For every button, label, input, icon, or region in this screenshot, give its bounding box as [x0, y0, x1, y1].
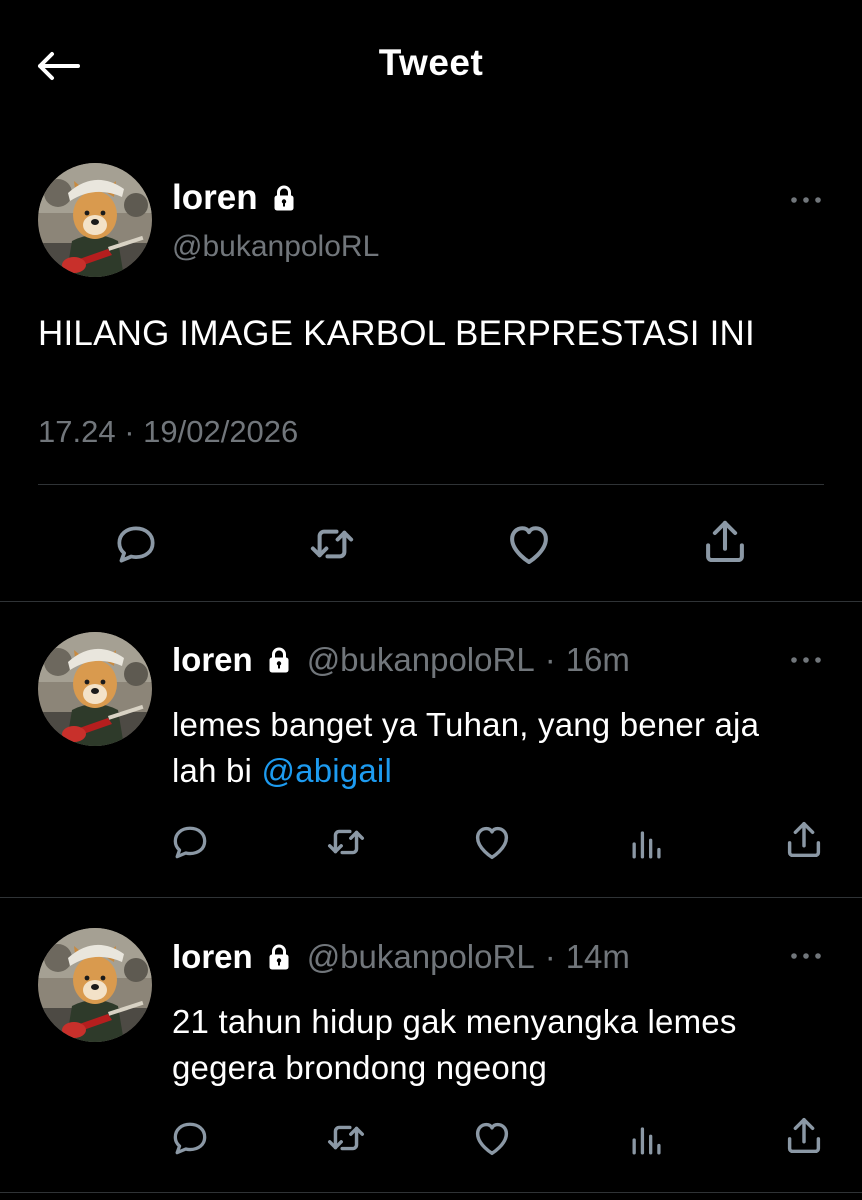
author-handle[interactable]: @bukanpoloRL — [307, 938, 535, 976]
reply-time[interactable]: 16m — [566, 641, 630, 679]
more-icon — [788, 194, 824, 206]
divider — [38, 484, 824, 485]
views-icon — [625, 822, 669, 866]
reply-button[interactable] — [162, 1110, 218, 1166]
author-name[interactable]: loren — [172, 178, 296, 218]
tweet-timestamp[interactable]: 17.24 · 19/02/2026 — [38, 414, 298, 450]
retweet-button[interactable] — [318, 1110, 374, 1166]
retweet-icon — [305, 517, 359, 571]
reply-header: loren @bukanpoloRL · 14m — [172, 938, 630, 976]
reply-text-line: gegera brondong ngeong — [172, 1049, 548, 1086]
like-icon — [469, 1115, 515, 1161]
like-button[interactable] — [464, 814, 520, 870]
reply-icon — [168, 820, 212, 864]
views-button[interactable] — [619, 1112, 675, 1168]
like-button[interactable] — [501, 516, 557, 572]
author-handle[interactable]: @bukanpoloRL — [172, 230, 379, 264]
retweet-button[interactable] — [304, 516, 360, 572]
separator-dot: · — [544, 641, 556, 678]
separator-dot: · — [544, 938, 556, 975]
reply-text: lemes banget ya Tuhan, yang bener aja la… — [172, 702, 832, 794]
lock-icon — [267, 942, 291, 972]
retweet-button[interactable] — [318, 814, 374, 870]
avatar[interactable] — [38, 632, 152, 746]
reply-text-line: lah bi @abigail — [172, 752, 392, 789]
author-name-text: loren — [172, 178, 258, 217]
like-button[interactable] — [464, 1110, 520, 1166]
views-icon — [625, 1118, 669, 1162]
divider — [0, 1192, 862, 1193]
tweet-text: HILANG IMAGE KARBOL BERPRESTASI INI — [38, 314, 755, 353]
more-icon — [788, 950, 824, 962]
reply-icon — [168, 1116, 212, 1160]
avatar[interactable] — [38, 928, 152, 1042]
like-icon — [502, 517, 556, 571]
share-button[interactable] — [776, 1108, 832, 1164]
avatar[interactable] — [38, 163, 152, 277]
retweet-icon — [323, 1115, 369, 1161]
lock-icon — [267, 645, 291, 675]
reply-text-line: lemes banget ya Tuhan, yang bener aja — [172, 706, 760, 743]
reply-time[interactable]: 14m — [566, 938, 630, 976]
author-handle[interactable]: @bukanpoloRL — [307, 641, 535, 679]
tweet-screen: Tweet loren @bukanpoloRL HILANG IMAGE KA… — [0, 0, 862, 1200]
more-options-button[interactable] — [786, 650, 826, 670]
reply-text-line: 21 tahun hidup gak menyangka lemes — [172, 1003, 737, 1040]
more-options-button[interactable] — [786, 946, 826, 966]
share-button[interactable] — [697, 514, 753, 570]
retweet-icon — [323, 819, 369, 865]
share-icon — [781, 817, 827, 863]
reply-text: 21 tahun hidup gak menyangka lemes geger… — [172, 999, 832, 1091]
like-icon — [469, 819, 515, 865]
share-button[interactable] — [776, 812, 832, 868]
divider — [0, 897, 862, 898]
share-icon — [781, 1113, 827, 1159]
reply-icon — [111, 519, 161, 569]
views-button[interactable] — [619, 816, 675, 872]
more-options-button[interactable] — [786, 190, 826, 210]
mention-link[interactable]: @abigail — [261, 752, 392, 789]
reply-button[interactable] — [108, 516, 164, 572]
author-name[interactable]: loren — [172, 938, 253, 976]
author-name[interactable]: loren — [172, 641, 253, 679]
share-icon — [698, 515, 752, 569]
more-icon — [788, 654, 824, 666]
reply-header: loren @bukanpoloRL · 16m — [172, 641, 630, 679]
lock-icon — [272, 183, 296, 213]
top-bar: Tweet — [0, 0, 862, 130]
page-title: Tweet — [378, 42, 484, 83]
divider — [0, 601, 862, 602]
reply-button[interactable] — [162, 814, 218, 870]
